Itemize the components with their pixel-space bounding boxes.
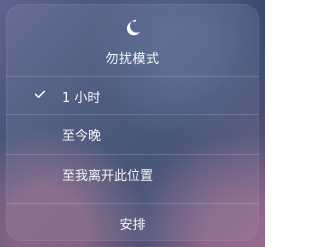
option-1-hour[interactable]: 1 小时: [6, 76, 259, 114]
schedule-label: 安排: [119, 218, 146, 233]
option-until-leave-location[interactable]: 至我离开此位置: [6, 154, 259, 192]
option-label: 至今晚: [62, 129, 102, 144]
schedule-button[interactable]: 安排: [6, 203, 259, 241]
do-not-disturb-panel: 勿扰模式 1 小时 至今晚 至我离开此位置 安排: [6, 4, 259, 241]
dnd-header: 勿扰模式: [6, 4, 259, 76]
option-label: 1 小时: [62, 91, 101, 106]
checkmark-icon: [34, 90, 46, 98]
option-label: 至我离开此位置: [62, 169, 154, 184]
moon-icon: [127, 19, 140, 36]
page-title: 勿扰模式: [105, 52, 160, 67]
option-until-tonight[interactable]: 至今晚: [6, 114, 259, 152]
